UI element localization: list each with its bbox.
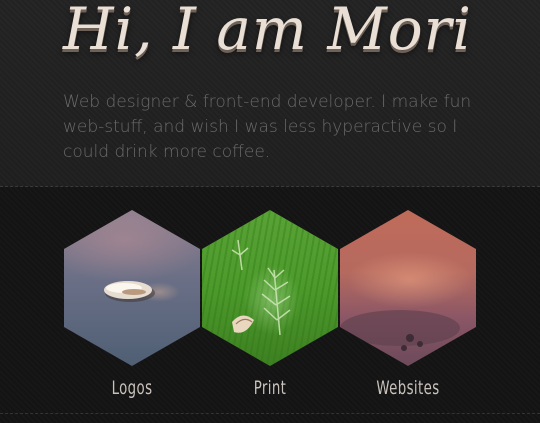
portfolio-label-logos[interactable]: Logos	[79, 374, 185, 402]
intro-text: Web designer & front-end developer. I ma…	[63, 92, 472, 162]
portfolio-label-print[interactable]: Print	[217, 374, 323, 402]
footer-divider	[0, 413, 540, 414]
page-title: Hi, I am Mori	[63, 0, 472, 63]
portfolio-label-websites[interactable]: Websites	[355, 374, 461, 402]
